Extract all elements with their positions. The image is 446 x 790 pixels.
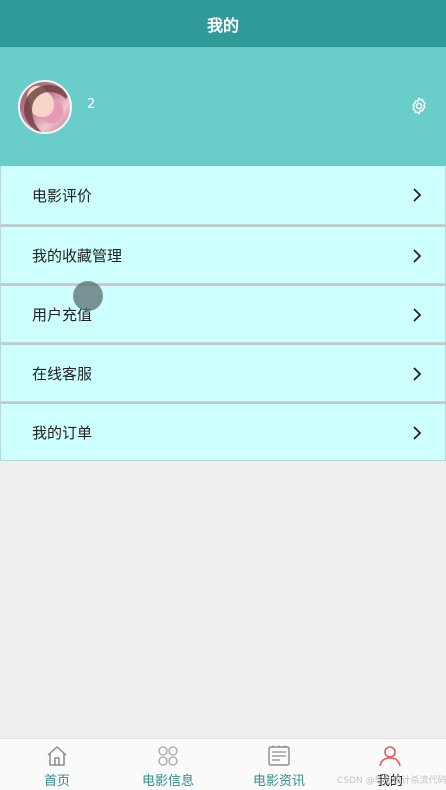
menu-list: 电影评价 我的收藏管理 用户充值 在线客服 我的订单 bbox=[0, 166, 446, 461]
menu-item-recharge[interactable]: 用户充值 bbox=[0, 284, 446, 343]
menu-item-orders[interactable]: 我的订单 bbox=[0, 402, 446, 461]
username: 2 bbox=[87, 97, 96, 112]
menu-item-label: 电影评价 bbox=[32, 186, 93, 205]
menu-item-label: 我的订单 bbox=[32, 423, 93, 442]
gear-icon[interactable] bbox=[409, 96, 429, 116]
tab-mine[interactable]: 我的 bbox=[335, 739, 445, 790]
news-icon bbox=[268, 745, 290, 766]
avatar[interactable] bbox=[18, 80, 72, 134]
chevron-right-icon bbox=[413, 188, 422, 202]
chevron-right-icon bbox=[413, 426, 422, 440]
menu-item-customer-service[interactable]: 在线客服 bbox=[0, 343, 446, 402]
tab-label: 我的 bbox=[376, 774, 403, 789]
menu-item-favorites[interactable]: 我的收藏管理 bbox=[0, 225, 446, 284]
chevron-right-icon bbox=[413, 249, 422, 263]
home-icon bbox=[47, 746, 67, 766]
tab-label: 电影信息 bbox=[141, 774, 194, 789]
chevron-right-icon bbox=[413, 367, 422, 381]
touch-indicator bbox=[73, 281, 103, 311]
menu-item-label: 在线客服 bbox=[32, 364, 93, 383]
title-bar: 我的 bbox=[0, 0, 446, 47]
tab-label: 电影资讯 bbox=[252, 774, 305, 789]
tab-movie-info[interactable]: 电影信息 bbox=[113, 739, 223, 790]
profile-header: 2 bbox=[0, 47, 446, 166]
tab-home[interactable]: 首页 bbox=[2, 739, 112, 790]
page-title: 我的 bbox=[206, 15, 239, 35]
grid-icon bbox=[158, 746, 178, 766]
tab-movie-news[interactable]: 电影资讯 bbox=[224, 739, 334, 790]
chevron-right-icon bbox=[413, 308, 422, 322]
menu-item-label: 我的收藏管理 bbox=[32, 246, 123, 265]
app-root: 我的 2 电影评价 我的收藏管理 用户充值 在线客服 我的订单 首页 电影信息 … bbox=[0, 0, 446, 790]
menu-item-movie-review[interactable]: 电影评价 bbox=[0, 166, 446, 225]
tab-label: 首页 bbox=[43, 774, 70, 789]
bottom-tab-bar: 首页 电影信息 电影资讯 我的 bbox=[0, 738, 446, 790]
user-icon bbox=[379, 746, 401, 767]
